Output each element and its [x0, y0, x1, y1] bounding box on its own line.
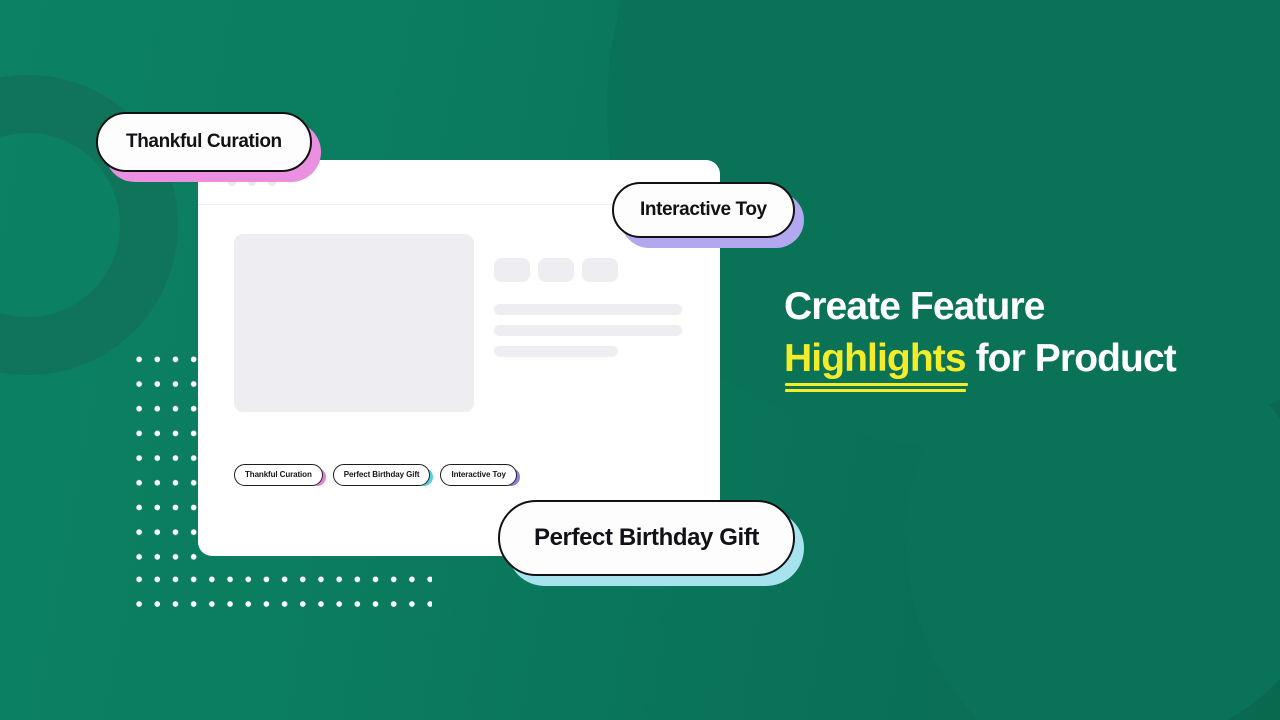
callout-bubble-thankful-curation[interactable]: Thankful Curation	[96, 112, 321, 182]
skeleton-pill-group	[494, 258, 702, 282]
feature-chip-label: Thankful Curation	[234, 464, 323, 486]
skeleton-pill	[582, 258, 618, 282]
headline-underline	[785, 383, 968, 392]
dot-grid-left	[130, 347, 198, 577]
headline-line-2-tail: for Product	[965, 337, 1177, 380]
underline-stroke	[785, 383, 968, 386]
product-skeleton	[234, 234, 702, 412]
callout-bubble-label: Thankful Curation	[96, 112, 312, 172]
underline-stroke	[785, 388, 966, 392]
dot-grid-bottom	[130, 567, 432, 611]
product-detail-placeholder	[494, 234, 702, 412]
skeleton-text-line	[494, 346, 618, 357]
skeleton-text-line	[494, 325, 682, 336]
skeleton-pill	[538, 258, 574, 282]
feature-highlight-chip-list: Thankful Curation Perfect Birthday Gift …	[234, 464, 702, 486]
promo-banner: Thankful Curation Perfect Birthday Gift …	[0, 0, 1280, 720]
callout-bubble-label: Perfect Birthday Gift	[498, 500, 795, 576]
skeleton-text-line	[494, 304, 682, 315]
callout-bubble-label: Interactive Toy	[612, 182, 795, 238]
callout-bubble-interactive-toy[interactable]: Interactive Toy	[612, 182, 804, 248]
headline-line-1: Create Feature	[784, 285, 1045, 328]
product-image-placeholder	[234, 234, 474, 412]
callout-bubble-perfect-birthday-gift[interactable]: Perfect Birthday Gift	[498, 500, 804, 586]
feature-chip-perfect-birthday-gift[interactable]: Perfect Birthday Gift	[332, 464, 434, 486]
headline-line-2: Highlights for Product	[784, 333, 1224, 385]
headline-accent-word: Highlights	[784, 337, 967, 380]
feature-chip-label: Perfect Birthday Gift	[332, 464, 431, 486]
skeleton-pill	[494, 258, 530, 282]
feature-chip-label: Interactive Toy	[440, 464, 517, 486]
feature-chip-interactive-toy[interactable]: Interactive Toy	[440, 464, 520, 486]
feature-chip-thankful-curation[interactable]: Thankful Curation	[234, 464, 326, 486]
page-title: Create Feature Highlights for Product	[784, 281, 1224, 385]
